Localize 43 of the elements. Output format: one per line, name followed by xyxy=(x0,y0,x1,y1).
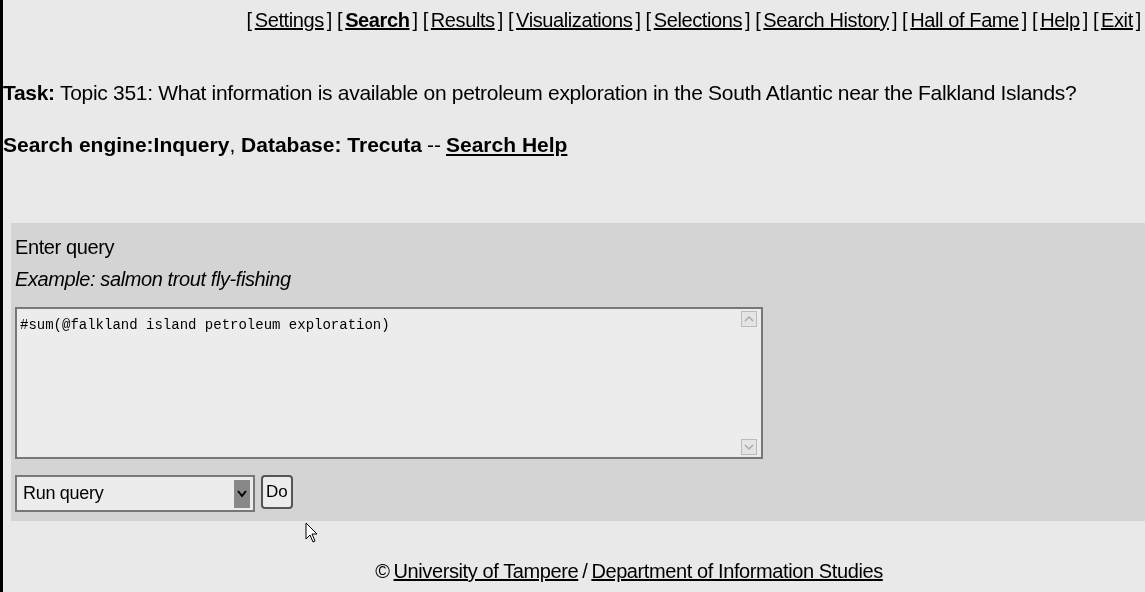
bracket: ] xyxy=(891,8,898,32)
university-link[interactable]: University of Tampere xyxy=(393,559,579,583)
nav-link[interactable]: Selections xyxy=(653,8,742,32)
bracket: [ xyxy=(755,8,761,32)
do-button[interactable]: Do xyxy=(261,475,293,509)
nav-link[interactable]: Search xyxy=(345,8,410,32)
nav-link[interactable]: Settings xyxy=(254,8,324,32)
nav-link[interactable]: Search History xyxy=(763,8,889,32)
nav-link[interactable]: Exit xyxy=(1101,8,1133,32)
field-label: Enter query xyxy=(15,235,114,259)
department-link[interactable]: Department of Information Studies xyxy=(591,559,883,583)
bracket: ] xyxy=(412,8,418,32)
bracket: ] xyxy=(1082,8,1088,32)
bracket: ] xyxy=(1135,8,1141,32)
engine-info-text: Search engine:Inquery, Database: Trecuta xyxy=(3,133,422,157)
mouse-pointer-icon xyxy=(305,522,319,544)
nav-link[interactable]: Help xyxy=(1040,8,1080,32)
bracket: [ xyxy=(1032,8,1038,32)
bracket: [ xyxy=(902,8,908,32)
search-help-link[interactable]: Search Help xyxy=(446,133,568,157)
bracket: ] xyxy=(497,8,503,32)
bracket: ] xyxy=(745,8,751,32)
separator-text: -- xyxy=(427,133,441,157)
scroll-down-button[interactable] xyxy=(741,439,757,455)
bracket: [ xyxy=(645,8,651,32)
bracket: [ xyxy=(422,8,428,32)
bracket: ] xyxy=(326,8,332,32)
bracket: [ xyxy=(507,8,514,32)
bracket: [ xyxy=(337,8,343,32)
nav-link[interactable]: Hall of Fame xyxy=(910,8,1019,32)
action-dropdown[interactable]: Run query xyxy=(15,475,255,512)
separator-text: / xyxy=(582,559,588,583)
bracket: [ xyxy=(1092,8,1099,32)
nav-link[interactable]: Visualizations xyxy=(516,8,633,32)
nav-link[interactable]: Results xyxy=(430,8,495,32)
bracket: ] xyxy=(635,8,641,32)
example-text: Example: salmon trout fly-fishing xyxy=(15,267,291,291)
copyright-text: © xyxy=(375,559,390,583)
query-field[interactable]: #sum(@falkland island petroleum exploration) xyxy=(17,309,739,343)
bracket: ] xyxy=(1021,8,1027,32)
task-text: Task: Topic 351: What information is available on petroleum exploration in the South Atlantic near the Falkland Islands? xyxy=(3,81,1078,105)
scroll-up-button[interactable] xyxy=(741,311,757,327)
bracket: [ xyxy=(246,8,252,32)
